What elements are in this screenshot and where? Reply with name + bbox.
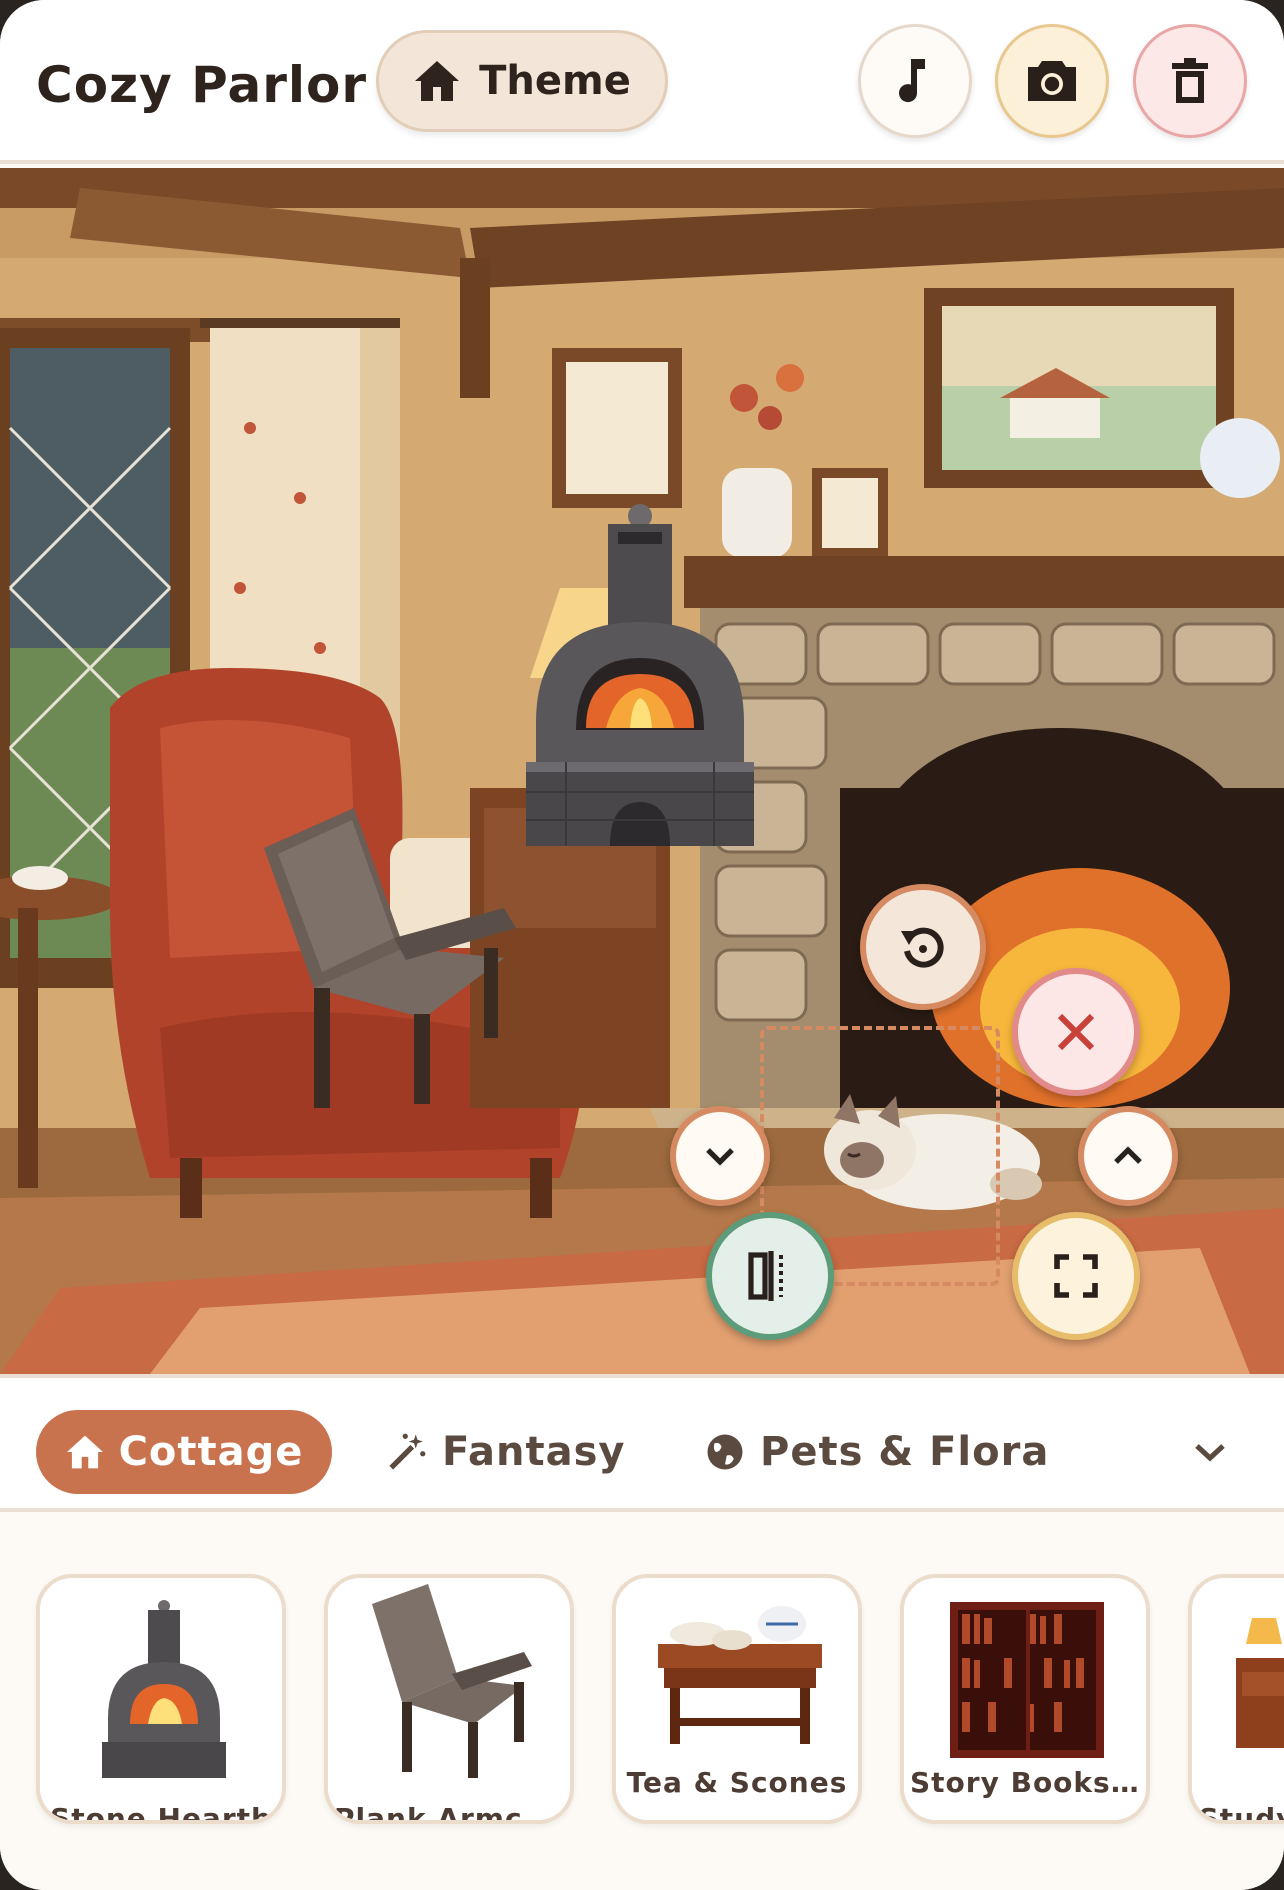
tab-fantasy[interactable]: Fantasy [386,1410,625,1494]
item-label-story-books: Story Books... [910,1766,1140,1799]
item-label-plank-armchair: Plank Armchair [334,1802,564,1824]
close-icon [1057,1013,1095,1051]
item-tray: Stone Hearth Plank Armchair Tea & Scones… [0,1516,1284,1890]
flip-button[interactable] [706,1212,834,1340]
flip-icon [748,1251,783,1301]
top-bar: Cozy Parlor Theme [0,0,1284,164]
room-canvas[interactable] [0,168,1284,1374]
item-card-study[interactable]: Study [1188,1574,1284,1824]
tab-cottage-label: Cottage [118,1429,304,1475]
item-card-stone-hearth[interactable]: Stone Hearth [36,1574,286,1824]
globe-icon [707,1434,743,1470]
placed-stone-hearth[interactable] [526,502,754,846]
item-card-story-books[interactable]: Story Books... [900,1574,1150,1824]
music-button[interactable] [858,24,972,138]
placed-plank-armchair[interactable] [254,798,516,1114]
camera-icon [1028,61,1076,101]
stone-hearth-thumbnail [102,1600,226,1778]
home-icon [66,1435,103,1469]
tea-scones-thumbnail [658,1606,822,1744]
theme-button-label: Theme [479,58,631,104]
tab-fantasy-label: Fantasy [442,1429,626,1475]
home-icon [415,61,460,101]
tab-pets-flora-label: Pets & Flora [760,1429,1050,1475]
chevron-down-icon [1195,1444,1225,1462]
bring-forward-button[interactable] [1078,1106,1178,1206]
tab-cottage[interactable]: Cottage [36,1410,332,1494]
item-card-tea-scones[interactable]: Tea & Scones [612,1574,862,1824]
rotate-icon [901,927,944,968]
send-backward-button[interactable] [670,1106,770,1206]
item-label-stone-hearth: Stone Hearth [50,1802,272,1824]
remove-item-button[interactable] [1012,968,1140,1096]
trash-button[interactable] [1133,24,1247,138]
trash-icon [1172,58,1208,103]
theme-button[interactable]: Theme [376,30,668,132]
app-title: Cozy Parlor [36,56,367,114]
camera-button[interactable] [995,24,1109,138]
item-label-study: Study [1198,1802,1284,1824]
magic-wand-icon [389,1433,426,1470]
study-thumbnail [1236,1618,1284,1748]
more-categories-button[interactable] [1180,1410,1240,1494]
music-note-icon [899,59,925,103]
rotate-button[interactable] [860,884,986,1010]
fullscreen-icon [1054,1254,1098,1298]
category-tabs: Cottage Fantasy Pets & Flora [0,1374,1284,1512]
resize-button[interactable] [1012,1212,1140,1340]
item-label-tea-scones: Tea & Scones [626,1766,848,1799]
plank-armchair-thumbnail [372,1584,532,1778]
tab-pets-flora[interactable]: Pets & Flora [704,1410,1049,1494]
item-card-plank-armchair[interactable]: Plank Armchair [324,1574,574,1824]
chevron-down-icon [706,1148,734,1166]
app-screen: Cozy Parlor Theme Cottage Fantasy Pets &… [0,0,1284,1890]
story-books-thumbnail [950,1602,1104,1758]
chevron-up-icon [1114,1146,1142,1164]
